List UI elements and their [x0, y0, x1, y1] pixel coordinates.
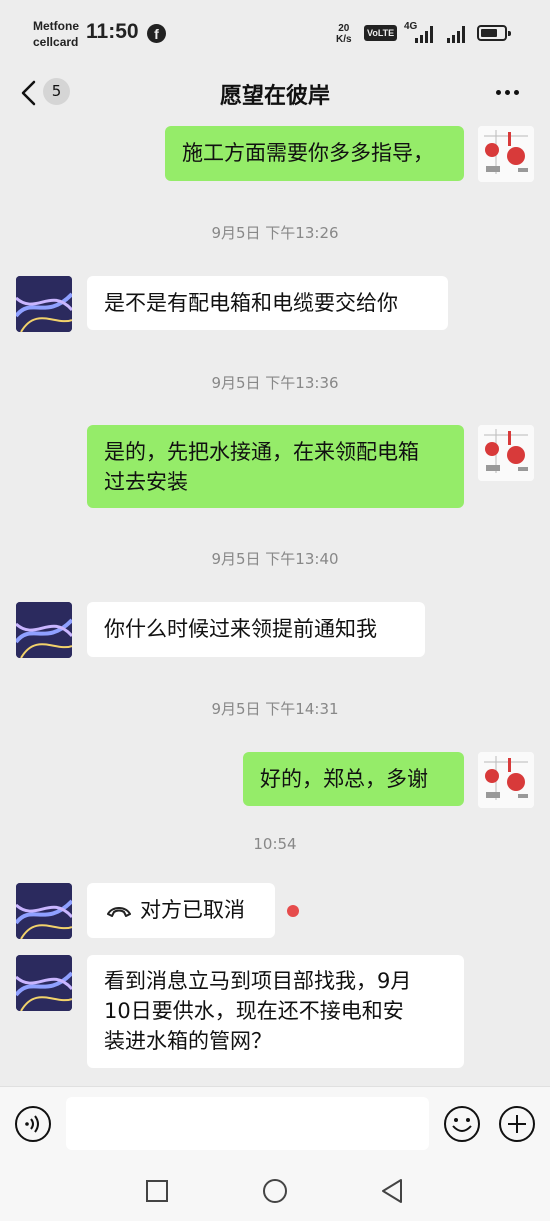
signal-icon — [415, 26, 433, 43]
avatar-other[interactable] — [16, 955, 72, 1011]
carrier-line-2: cellcard — [33, 35, 79, 49]
timestamp: 9月5日 下午13:40 — [211, 550, 339, 568]
message-text: 你什么时候过来领提前通知我 — [104, 617, 377, 641]
avatar-image — [16, 955, 72, 1011]
system-nav-bar — [0, 1160, 550, 1221]
avatar-me[interactable] — [478, 425, 534, 481]
message-bubble-sent[interactable]: 施工方面需要你多多指导， — [165, 126, 464, 181]
input-bar — [0, 1086, 550, 1161]
message-text: 好的，郑总，多谢 — [260, 767, 428, 791]
home-icon[interactable] — [262, 1178, 288, 1204]
timestamp: 9月5日 下午13:26 — [211, 224, 339, 242]
signal-icon-2 — [447, 26, 465, 43]
message-text: 是不是有配电箱和电缆要交给你 — [104, 291, 398, 315]
more-icon[interactable] — [496, 90, 519, 95]
message-bubble-sent[interactable]: 是的，先把水接通，在来领配电箱 过去安装 — [87, 425, 464, 508]
message-text-line-2: 10日要供水，现在还不接电和安 — [104, 999, 404, 1023]
status-bar: Metfone cellcard 11:50 f 20 K/s VoLTE 4G — [0, 0, 550, 62]
network-speed: 20 K/s — [336, 23, 352, 45]
timestamp: 10:54 — [253, 835, 297, 853]
message-text-line-1: 看到消息立马到项目部找我，9月 — [104, 969, 412, 993]
avatar-other[interactable] — [16, 883, 72, 939]
message-bubble-received[interactable]: 你什么时候过来领提前通知我 — [87, 602, 425, 657]
carrier-name: Metfone cellcard — [33, 18, 79, 50]
avatar-me[interactable] — [478, 126, 534, 182]
carrier-line-1: Metfone — [33, 19, 79, 33]
avatar-image — [16, 602, 72, 658]
avatar-me[interactable] — [478, 752, 534, 808]
message-text-line-3: 装进水箱的管网？ — [104, 1029, 272, 1053]
voice-icon[interactable] — [14, 1105, 52, 1143]
avatar-image — [478, 126, 534, 182]
chat-title: 愿望在彼岸 — [219, 84, 330, 109]
recent-apps-icon[interactable] — [145, 1179, 169, 1203]
message-text: 对方已取消 — [140, 898, 245, 922]
avatar-image — [478, 425, 534, 481]
facebook-icon: f — [147, 24, 166, 43]
message-bubble-received[interactable]: 看到消息立马到项目部找我，9月 10日要供水，现在还不接电和安 装进水箱的管网？ — [87, 955, 464, 1068]
message-text: 施工方面需要你多多指导， — [182, 141, 434, 165]
battery-icon — [477, 25, 511, 41]
message-bubble-sent[interactable]: 好的，郑总，多谢 — [243, 752, 464, 806]
network-speed-value: 20 — [338, 23, 350, 34]
plus-icon[interactable] — [498, 1105, 536, 1143]
emoji-icon[interactable] — [443, 1105, 481, 1143]
message-text-line-1: 是的，先把水接通，在来领配电箱 — [104, 440, 419, 464]
timestamp: 9月5日 下午13:36 — [211, 374, 339, 392]
message-input[interactable] — [66, 1097, 429, 1150]
status-time: 11:50 — [86, 20, 139, 43]
avatar-image — [16, 883, 72, 939]
network-speed-unit: K/s — [336, 34, 352, 45]
avatar-image — [16, 276, 72, 332]
volte-icon: VoLTE — [364, 25, 398, 41]
avatar-image — [478, 752, 534, 808]
avatar-other[interactable] — [16, 602, 72, 658]
phone-icon — [107, 907, 131, 917]
back-nav-icon[interactable] — [380, 1178, 404, 1204]
timestamp: 9月5日 下午14:31 — [211, 700, 339, 718]
call-cancelled-bubble[interactable]: 对方已取消 — [87, 883, 275, 938]
avatar-other[interactable] — [16, 276, 72, 332]
message-text-line-2: 过去安装 — [104, 470, 188, 494]
message-bubble-received[interactable]: 是不是有配电箱和电缆要交给你 — [87, 276, 448, 330]
chat-header: 5 愿望在彼岸 — [0, 62, 550, 124]
unread-dot — [287, 905, 299, 917]
